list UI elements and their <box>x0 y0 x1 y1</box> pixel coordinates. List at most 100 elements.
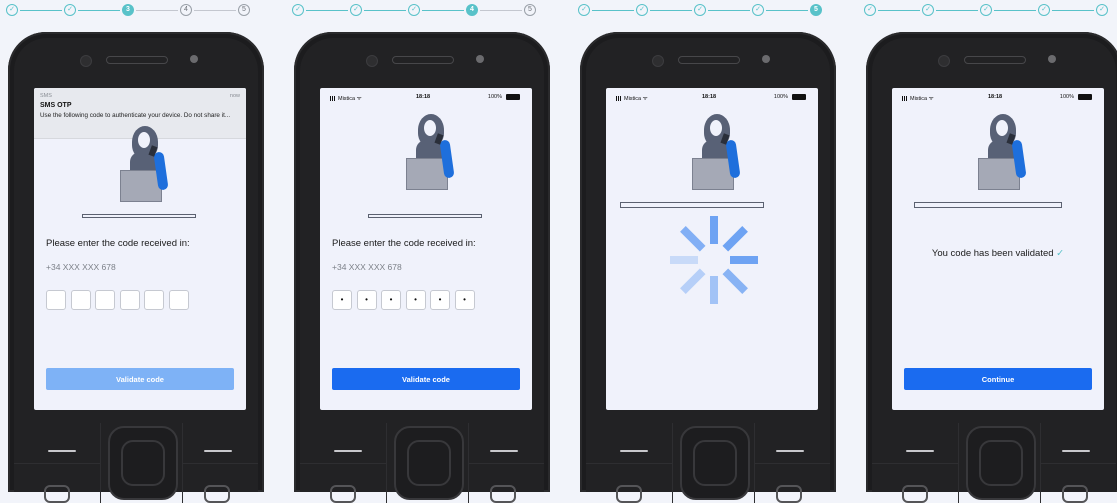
battery-icon <box>792 94 806 100</box>
call-key[interactable] <box>330 485 356 503</box>
camera-icon <box>652 55 664 67</box>
carrier-name: Mistica <box>624 96 642 102</box>
panel-code-entered: ✓ ✓ ✓ 4 5 Mistica ᯤ 18:18 100% Please en… <box>286 0 572 503</box>
nav-key[interactable] <box>680 426 750 500</box>
phone-screen: Mistica ᯤ 18:18 100% <box>606 88 818 410</box>
otp-digit-input[interactable]: • <box>356 290 377 310</box>
otp-input-row <box>46 290 193 310</box>
step-2-check-icon: ✓ <box>922 4 934 16</box>
call-key[interactable] <box>902 485 928 503</box>
panel-validating: ✓ ✓ ✓ ✓ 5 Mistica ᯤ 18:18 100% <box>572 0 858 503</box>
phone-device: Mistica ᯤ 18:18 100% You code has been v… <box>866 32 1117 503</box>
validated-message: You code has been validated ✓ <box>892 248 1104 259</box>
status-time: 18:18 <box>702 94 717 100</box>
step-4-check-icon: ✓ <box>752 4 764 16</box>
otp-digit-input[interactable] <box>95 290 115 310</box>
step-1-check-icon: ✓ <box>292 4 304 16</box>
validate-code-button[interactable]: Validate code <box>46 368 234 390</box>
otp-digit-input[interactable]: • <box>381 290 401 310</box>
step-1-check-icon: ✓ <box>578 4 590 16</box>
notification-app: SMS <box>40 93 52 99</box>
step-3-check-icon: ✓ <box>408 4 420 16</box>
otp-digit-input[interactable]: • <box>405 290 426 310</box>
step-2-check-icon: ✓ <box>64 4 76 16</box>
left-softkey[interactable] <box>48 450 76 452</box>
right-softkey[interactable] <box>1062 450 1090 452</box>
right-softkey[interactable] <box>776 450 804 452</box>
battery-icon <box>1078 94 1092 100</box>
illustration-woman-laptop <box>366 114 486 218</box>
validated-text: You code has been validated <box>931 248 1054 259</box>
keypad <box>14 423 258 503</box>
call-key[interactable] <box>616 485 642 503</box>
end-key[interactable] <box>776 485 802 503</box>
phone-screen: SMS now SMS OTP Use the following code t… <box>34 88 246 410</box>
stepper: ✓ ✓ 3 4 5 <box>6 4 266 18</box>
status-bar: Mistica ᯤ 18:18 100% <box>320 88 532 106</box>
check-icon: ✓ <box>1056 248 1065 259</box>
otp-digit-input[interactable] <box>144 290 164 310</box>
otp-digit-input[interactable]: • <box>454 290 475 310</box>
speaker-icon <box>678 56 740 64</box>
phone-number: +34 XXX XXX 678 <box>46 262 116 272</box>
speaker-icon <box>392 56 454 64</box>
otp-digit-input[interactable] <box>46 290 66 310</box>
keypad <box>872 423 1116 503</box>
step-3-check-icon: ✓ <box>694 4 706 16</box>
validate-code-button[interactable]: Validate code <box>332 368 520 390</box>
end-key[interactable] <box>1062 485 1088 503</box>
step-1-check-icon: ✓ <box>6 4 18 16</box>
sensor-icon <box>762 55 770 63</box>
step-5-check-icon: ✓ <box>1096 4 1108 16</box>
illustration-woman-laptop <box>652 114 772 204</box>
step-3: 3 <box>122 4 134 16</box>
status-bar: Mistica ᯤ 18:18 100% <box>892 88 1104 106</box>
step-3-check-icon: ✓ <box>980 4 992 16</box>
otp-digit-input[interactable] <box>119 290 140 310</box>
notification-body: Use the following code to authenticate y… <box>40 112 231 119</box>
panel-sms-otp: ✓ ✓ 3 4 5 SMS now SMS OTP Use the follow… <box>0 0 286 503</box>
left-softkey[interactable] <box>906 450 934 452</box>
sensor-icon <box>476 55 484 63</box>
notification-time: now <box>229 93 240 99</box>
camera-icon <box>80 55 92 67</box>
battery-text: 100% <box>487 94 502 100</box>
nav-key[interactable] <box>108 426 178 500</box>
loading-spinner-icon <box>664 210 764 310</box>
keypad <box>586 423 830 503</box>
phone-device: SMS now SMS OTP Use the following code t… <box>8 32 264 503</box>
call-key[interactable] <box>44 485 70 503</box>
phone-device: Mistica ᯤ 18:18 100% Please enter the co… <box>294 32 550 503</box>
otp-digit-input[interactable]: • <box>430 290 450 310</box>
camera-icon <box>938 55 950 67</box>
illustration-woman-laptop <box>938 114 1058 204</box>
stepper: ✓ ✓ ✓ ✓ ✓ <box>864 4 1117 18</box>
left-softkey[interactable] <box>620 450 648 452</box>
continue-button[interactable]: Continue <box>904 368 1092 390</box>
otp-digit-input[interactable] <box>70 290 91 310</box>
step-4-check-icon: ✓ <box>1038 4 1050 16</box>
end-key[interactable] <box>490 485 516 503</box>
camera-icon <box>366 55 378 67</box>
phone-screen: Mistica ᯤ 18:18 100% You code has been v… <box>892 88 1104 410</box>
otp-digit-input[interactable]: • <box>332 290 352 310</box>
phone-screen: Mistica ᯤ 18:18 100% Please enter the co… <box>320 88 532 410</box>
left-softkey[interactable] <box>334 450 362 452</box>
carrier-name: Mistica <box>910 96 928 102</box>
signal-icon <box>616 96 622 102</box>
notification-title: SMS OTP <box>40 102 72 109</box>
signal-icon <box>330 96 336 102</box>
carrier-name: Mistica <box>338 96 356 102</box>
right-softkey[interactable] <box>490 450 518 452</box>
end-key[interactable] <box>204 485 230 503</box>
otp-digit-input[interactable] <box>168 290 189 310</box>
step-5: 5 <box>524 4 536 16</box>
step-5: 5 <box>238 4 250 16</box>
nav-key[interactable] <box>394 426 464 500</box>
right-softkey[interactable] <box>204 450 232 452</box>
step-2-check-icon: ✓ <box>636 4 648 16</box>
nav-key[interactable] <box>966 426 1036 500</box>
speaker-icon <box>964 56 1026 64</box>
speaker-icon <box>106 56 168 64</box>
step-2-check-icon: ✓ <box>350 4 362 16</box>
